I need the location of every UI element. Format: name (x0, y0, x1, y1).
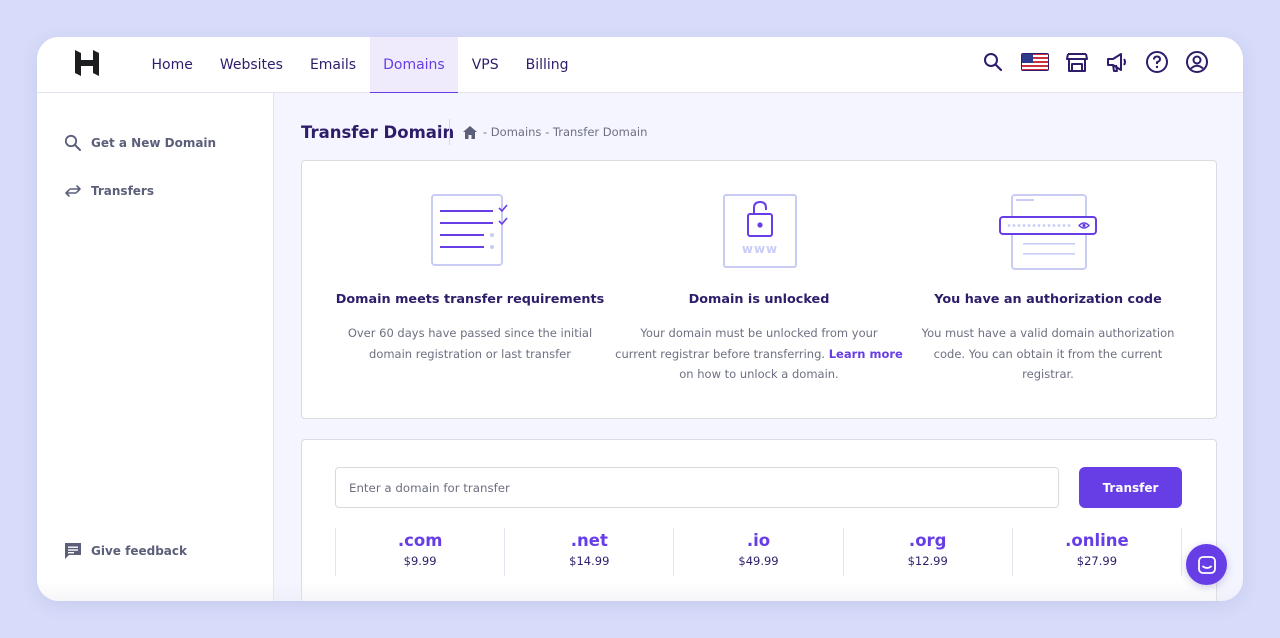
sidebar-item-label: Transfers (91, 184, 154, 198)
tld-extension: .io (746, 531, 771, 550)
breadcrumb-text: - Domains - Transfer Domain (483, 125, 648, 139)
requirement-title: Domain is unlocked (688, 292, 830, 307)
nav-billing[interactable]: Billing (512, 37, 582, 93)
requirement-line: code. You can obtain it from the current (933, 346, 1163, 361)
top-navigation-bar: Home Websites Emails Domains VPS Billing (37, 37, 1243, 94)
tld-price-list: .com $9.99 .net $14.99 .io $49.99 .org $… (335, 528, 1183, 576)
tld-price: $27.99 (1076, 554, 1118, 568)
account-icon[interactable] (1185, 50, 1209, 74)
requirement-title: Domain meets transfer requirements (335, 292, 605, 307)
app-window: Home Websites Emails Domains VPS Billing (37, 37, 1243, 601)
nav-home[interactable]: Home (138, 37, 206, 93)
tld-price: $9.99 (403, 554, 437, 568)
store-icon[interactable] (1065, 50, 1089, 74)
hostinger-logo[interactable] (75, 50, 99, 76)
tld-io[interactable]: .io $49.99 (674, 528, 844, 576)
requirement-line: Over 60 days have passed since the initi… (347, 326, 593, 340)
us-flag-icon[interactable] (1021, 53, 1049, 71)
requirement-line: current registrar before transferring. L… (609, 344, 909, 365)
megaphone-icon[interactable] (1105, 50, 1129, 74)
home-icon[interactable] (463, 125, 477, 139)
transfer-requirements-card: Domain meets transfer requirements Over … (301, 160, 1217, 419)
auth-code-icon (999, 194, 1097, 270)
nav-domains[interactable]: Domains (369, 37, 459, 94)
domain-transfer-input[interactable] (335, 467, 1059, 508)
requirement-line: Your domain must be unlocked from your (640, 326, 878, 340)
feedback-icon (65, 543, 81, 559)
tld-online[interactable]: .online $27.99 (1013, 528, 1183, 576)
requirement-line: registrar. (1022, 367, 1074, 381)
search-icon (64, 134, 81, 151)
transfer-arrows-icon (65, 185, 81, 197)
tld-price: $12.99 (907, 554, 948, 568)
tld-price: $49.99 (738, 554, 779, 568)
tld-extension: .net (570, 531, 608, 550)
requirement-line: domain registration or last transfer (369, 346, 571, 361)
transfer-form-card: Transfer .com $9.99 .net $14.99 .io $49.… (301, 439, 1217, 601)
requirement-description: Your domain must be unlocked from your c… (609, 323, 909, 385)
nav-emails[interactable]: Emails (296, 37, 369, 93)
tld-com[interactable]: .com $9.99 (336, 528, 506, 576)
chat-support-button[interactable] (1186, 544, 1227, 585)
tld-extension: .org (908, 531, 947, 550)
unlocked-domain-icon (723, 194, 797, 268)
transfer-button[interactable]: Transfer (1079, 467, 1182, 508)
main-nav: Home Websites Emails Domains VPS Billing (138, 37, 582, 94)
requirement-title: You have an authorization code (934, 292, 1162, 307)
tld-org[interactable]: .org $12.99 (844, 528, 1013, 576)
main-content: Transfer Domain - Domains - Transfer Dom… (274, 93, 1243, 601)
tld-extension: .online (1065, 531, 1129, 550)
nav-vps[interactable]: VPS (458, 37, 512, 93)
search-icon[interactable] (981, 50, 1005, 74)
feedback-label: Give feedback (91, 544, 187, 558)
requirement-description: You must have a valid domain authorizati… (898, 323, 1198, 385)
sidebar-item-transfers[interactable]: Transfers (64, 182, 154, 200)
tld-net[interactable]: .net $14.99 (505, 528, 675, 576)
checklist-icon (431, 194, 508, 266)
page-title: Transfer Domain (301, 123, 455, 142)
chat-icon (1197, 555, 1216, 574)
requirement-line: You must have a valid domain authorizati… (921, 326, 1175, 340)
give-feedback-button[interactable]: Give feedback (64, 542, 187, 560)
breadcrumb: - Domains - Transfer Domain (463, 125, 647, 139)
sidebar-item-get-new-domain[interactable]: Get a New Domain (64, 134, 216, 152)
sidebar: Get a New Domain Transfers Give feedback (37, 93, 274, 601)
title-divider (449, 119, 450, 145)
tld-price: $14.99 (569, 554, 610, 568)
learn-more-link[interactable]: Learn more (829, 347, 903, 361)
requirement-text: current registrar before transferring. (615, 346, 826, 361)
requirement-description: Over 60 days have passed since the initi… (320, 323, 620, 364)
tld-extension: .com (397, 531, 443, 550)
sidebar-item-label: Get a New Domain (91, 136, 217, 150)
help-icon[interactable] (1145, 50, 1169, 74)
top-icons (965, 50, 1209, 74)
requirement-line: on how to unlock a domain. (679, 367, 839, 381)
www-label: www (741, 242, 779, 256)
nav-websites[interactable]: Websites (206, 37, 296, 93)
